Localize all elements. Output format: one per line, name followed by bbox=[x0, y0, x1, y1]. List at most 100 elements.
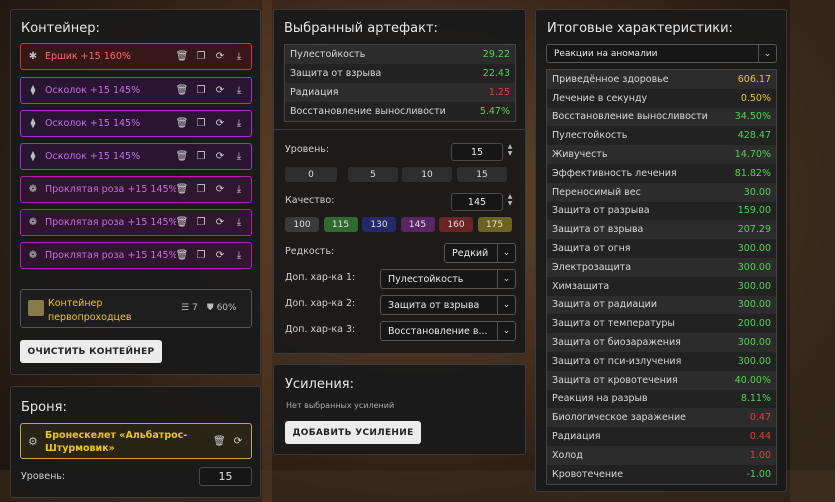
quality-stepper-icon[interactable]: ▲ ▼ bbox=[506, 193, 514, 207]
refresh-icon[interactable]: ⟳ bbox=[234, 436, 242, 447]
extra3-select[interactable]: Восстановление в... ⌄ bbox=[380, 321, 516, 341]
copy-icon[interactable]: ❐ bbox=[195, 118, 207, 130]
container-item[interactable]: ❁ Проклятая роза +15 145% 🗑 ❐ ⟳ ⤓ bbox=[20, 242, 252, 269]
add-boost-button[interactable]: ДОБАВИТЬ УСИЛЕНИЕ bbox=[285, 421, 421, 444]
stat-value: 34.50% bbox=[734, 111, 771, 123]
quality-preset-button[interactable]: 115 bbox=[323, 217, 358, 232]
divider bbox=[274, 129, 525, 130]
armor-item[interactable]: ⚙ Бронескелет «Альбатрос-Штурмовик» 🗑 ⟳ bbox=[20, 423, 252, 459]
level-stepper-icon[interactable]: ▲ ▼ bbox=[506, 143, 514, 157]
refresh-icon[interactable]: ⟳ bbox=[214, 250, 226, 262]
stat-value: 1.25 bbox=[488, 87, 510, 98]
stat-label: Защита от огня bbox=[552, 243, 631, 255]
extra3-value: Восстановление в... bbox=[388, 325, 488, 337]
download-icon[interactable]: ⤓ bbox=[233, 118, 245, 130]
download-icon[interactable]: ⤓ bbox=[233, 250, 245, 262]
level-preset-button[interactable]: 10 bbox=[402, 167, 452, 182]
refresh-icon[interactable]: ⟳ bbox=[214, 217, 226, 229]
container-item[interactable]: ❁ Проклятая роза +15 145% 🗑 ❐ ⟳ ⤓ bbox=[20, 176, 252, 203]
stat-row: Эффективность лечения 81.82% bbox=[547, 163, 776, 183]
copy-icon[interactable]: ❐ bbox=[195, 250, 207, 262]
copy-icon[interactable]: ❐ bbox=[195, 85, 207, 97]
artifact-stats-table: Пулестойкость 29.22 Защита от взрыва 22.43 Р… bbox=[284, 44, 516, 122]
container-item[interactable]: ❁ Проклятая роза +15 145% 🗑 ❐ ⟳ ⤓ bbox=[20, 209, 252, 236]
shield-icon: ⛊ bbox=[206, 303, 214, 313]
layers-icon: ☰ bbox=[181, 303, 190, 313]
artifact-icon: ⧫ bbox=[30, 151, 36, 162]
trash-icon[interactable]: 🗑 bbox=[176, 51, 189, 63]
download-icon[interactable]: ⤓ bbox=[233, 51, 245, 63]
level-preset-button[interactable]: 5 bbox=[348, 167, 398, 182]
totals-title: Итоговые характеристики: bbox=[547, 21, 733, 36]
artifact-level-input[interactable]: 15 bbox=[451, 143, 503, 161]
quality-preset-button[interactable]: 100 bbox=[285, 217, 319, 232]
stat-value: 159.00 bbox=[737, 205, 771, 217]
trash-icon[interactable]: 🗑 bbox=[213, 436, 226, 447]
stat-label: Эффективность лечения bbox=[552, 167, 677, 179]
artifact-level-label: Уровень: bbox=[285, 144, 330, 155]
stat-row: Защита от радиации 300.00 bbox=[547, 295, 776, 315]
stat-row: Лечение в секунду 0.50% bbox=[547, 88, 776, 108]
rarity-label: Редкость: bbox=[285, 246, 335, 257]
clear-container-button[interactable]: ОЧИСТИТЬ КОНТЕЙНЕР bbox=[20, 340, 162, 363]
quality-preset-button[interactable]: 145 bbox=[400, 217, 435, 232]
refresh-icon[interactable]: ⟳ bbox=[214, 85, 226, 97]
refresh-icon[interactable]: ⟳ bbox=[214, 51, 226, 63]
armor-level-input[interactable]: 15 bbox=[199, 467, 252, 486]
artifact-quality-input[interactable]: 145 bbox=[451, 193, 503, 211]
quality-preset-button[interactable]: 160 bbox=[439, 217, 473, 232]
container-item[interactable]: ✱ Ершик +15 160% 🗑 ❐ ⟳ ⤓ bbox=[20, 43, 252, 70]
boosts-empty-text: Нет выбранных усилений bbox=[286, 401, 395, 410]
refresh-icon[interactable]: ⟳ bbox=[214, 118, 226, 130]
trash-icon[interactable]: 🗑 bbox=[176, 250, 189, 262]
level-preset-button[interactable]: 15 bbox=[457, 167, 507, 182]
artifact-icon: ❁ bbox=[28, 250, 38, 261]
chevron-down-icon: ⌄ bbox=[497, 244, 515, 262]
stat-row: Реакция на разрыв 8.11% bbox=[547, 389, 776, 409]
extra2-select[interactable]: Защита от взрыва ⌄ bbox=[380, 295, 516, 315]
extra1-select[interactable]: Пулестойкость ⌄ bbox=[380, 269, 516, 289]
container-item[interactable]: ⧫ Осколок +15 145% 🗑 ❐ ⟳ ⤓ bbox=[20, 143, 252, 170]
quality-preset-button[interactable]: 175 bbox=[477, 217, 512, 232]
copy-icon[interactable]: ❐ bbox=[195, 184, 207, 196]
stat-label: Защита от взрыва bbox=[290, 68, 382, 79]
copy-icon[interactable]: ❐ bbox=[195, 151, 207, 163]
copy-icon[interactable]: ❐ bbox=[195, 51, 207, 63]
container-item[interactable]: ⧫ Осколок +15 145% 🗑 ❐ ⟳ ⤓ bbox=[20, 110, 252, 137]
refresh-icon[interactable]: ⟳ bbox=[214, 184, 226, 196]
selected-container-card[interactable]: Контейнер первопроходцев ☰ 7 ⛊ 60% bbox=[20, 289, 252, 328]
download-icon[interactable]: ⤓ bbox=[233, 151, 245, 163]
stat-row: Кровотечение -1.00 bbox=[547, 464, 776, 484]
download-icon[interactable]: ⤓ bbox=[233, 184, 245, 196]
stat-label: Пулестойкость bbox=[290, 49, 366, 60]
totals-filter-select[interactable]: Реакции на аномалии ⌄ bbox=[546, 44, 777, 63]
trash-icon[interactable]: 🗑 bbox=[176, 184, 189, 196]
trash-icon[interactable]: 🗑 bbox=[176, 85, 189, 97]
trash-icon[interactable]: 🗑 bbox=[176, 217, 189, 229]
stat-label: Лечение в секунду bbox=[552, 92, 648, 104]
container-item[interactable]: ⧫ Осколок +15 145% 🗑 ❐ ⟳ ⤓ bbox=[20, 77, 252, 104]
stat-value: 0.50% bbox=[740, 92, 771, 104]
item-actions: 🗑 ❐ ⟳ ⤓ bbox=[176, 250, 245, 262]
container-item-name: Проклятая роза +15 145% bbox=[45, 184, 176, 195]
rarity-select[interactable]: Редкий ⌄ bbox=[444, 243, 516, 263]
stat-value: 30.00 bbox=[743, 186, 771, 198]
trash-icon[interactable]: 🗑 bbox=[176, 118, 189, 130]
stat-value: 5.47% bbox=[479, 106, 510, 117]
quality-preset-button[interactable]: 130 bbox=[362, 217, 396, 232]
copy-icon[interactable]: ❐ bbox=[195, 217, 207, 229]
artifact-icon: ❁ bbox=[28, 217, 38, 228]
stat-value: 1.00 bbox=[749, 449, 771, 461]
container-item-name: Осколок +15 145% bbox=[45, 151, 141, 162]
refresh-icon[interactable]: ⟳ bbox=[214, 151, 226, 163]
container-panel: Контейнер: ✱ Ершик +15 160% 🗑 ❐ ⟳ ⤓ ⧫ Осколок +… bbox=[10, 9, 261, 375]
extra1-value: Пулестойкость bbox=[388, 273, 464, 285]
stat-row: Защита от огня 300.00 bbox=[547, 239, 776, 258]
download-icon[interactable]: ⤓ bbox=[233, 217, 245, 229]
level-preset-button[interactable]: 0 bbox=[285, 167, 337, 182]
chevron-down-icon: ⌄ bbox=[497, 322, 515, 340]
stat-label: Переносимый вес bbox=[552, 186, 641, 198]
stat-value: 81.82% bbox=[734, 167, 771, 179]
trash-icon[interactable]: 🗑 bbox=[176, 151, 189, 163]
download-icon[interactable]: ⤓ bbox=[233, 85, 245, 97]
